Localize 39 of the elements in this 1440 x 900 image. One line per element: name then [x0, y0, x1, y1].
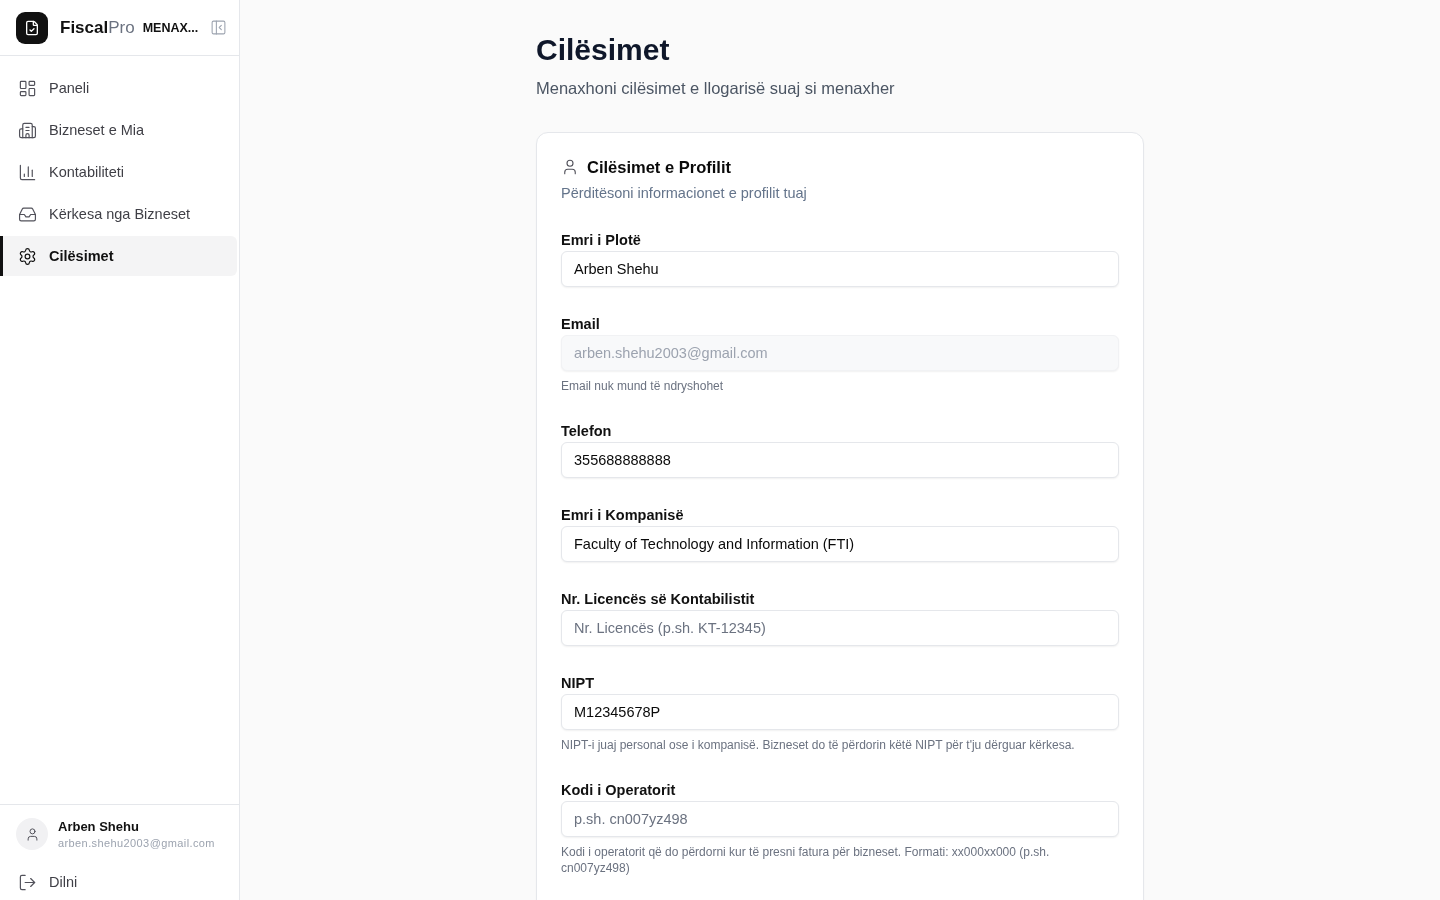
- field-label: Email: [561, 315, 600, 333]
- card-title: Cilësimet e Profilit: [587, 157, 731, 177]
- field-hint: Kodi i operatorit që do përdorni kur të presni fatura për bizneset. Formati: xx000xx000 (p.sh. cn007yz498): [561, 844, 1051, 876]
- user-name: Arben Shehu: [58, 819, 140, 834]
- user-email: arben.shehu2003@gmail.com: [58, 837, 215, 849]
- input-field[interactable]: p.sh. cn007yz498: [561, 801, 1119, 837]
- input-field[interactable]: Arben Shehu: [561, 251, 1119, 287]
- field-label: Kodi i Operatorit: [561, 781, 676, 799]
- input-field[interactable]: 355688888888: [561, 442, 1119, 478]
- bar-chart-icon: [18, 162, 37, 182]
- nav-item[interactable]: Bizneset e Mia: [0, 110, 237, 150]
- field-label: Nr. Licencës së Kontabilistit: [561, 590, 755, 608]
- field-hint: Email nuk mund të ndryshohet: [561, 378, 725, 394]
- logout-icon: [18, 872, 37, 892]
- user-icon: [561, 158, 579, 176]
- avatar-icon: [16, 818, 48, 850]
- page-subtitle: Menaxhoni cilësimet e llogarisë suaj si menaxher: [536, 78, 896, 99]
- building-icon: [18, 120, 37, 140]
- field-label: Telefon: [561, 422, 612, 440]
- card-subtitle: Përditësoni informacionet e profilit tuaj: [561, 184, 808, 203]
- sidebar-collapse-icon[interactable]: [210, 19, 228, 36]
- logout-button[interactable]: Dilni: [16, 864, 223, 900]
- nav-item[interactable]: Cilësimet: [0, 236, 237, 276]
- dashboard-icon: [18, 78, 37, 98]
- page-title: Cilësimet: [536, 32, 671, 68]
- nav-item[interactable]: Kërkesa nga Bizneset: [0, 194, 237, 234]
- input-field[interactable]: Faculty of Technology and Information (FTI): [561, 526, 1119, 562]
- field-label: NIPT: [561, 674, 595, 692]
- field-label: Emri i Kompanisë: [561, 506, 684, 524]
- role-label: MENAX...: [142, 20, 199, 35]
- input-field[interactable]: Nr. Licencës (p.sh. KT-12345): [561, 610, 1119, 646]
- input-field[interactable]: M12345678P: [561, 694, 1119, 730]
- document-check-icon: [16, 11, 48, 44]
- brand-name: FiscalPro: [60, 17, 135, 38]
- field-hint: NIPT-i juaj personal ose i kompanisë. Bizneset do të përdorin këtë NIPT për t'ju dërguar kërkesa.: [561, 737, 1076, 753]
- nav-item[interactable]: Paneli: [0, 68, 237, 108]
- nav-item[interactable]: Kontabiliteti: [0, 152, 237, 192]
- field-label: Emri i Plotë: [561, 231, 641, 249]
- settings-icon: [18, 246, 37, 266]
